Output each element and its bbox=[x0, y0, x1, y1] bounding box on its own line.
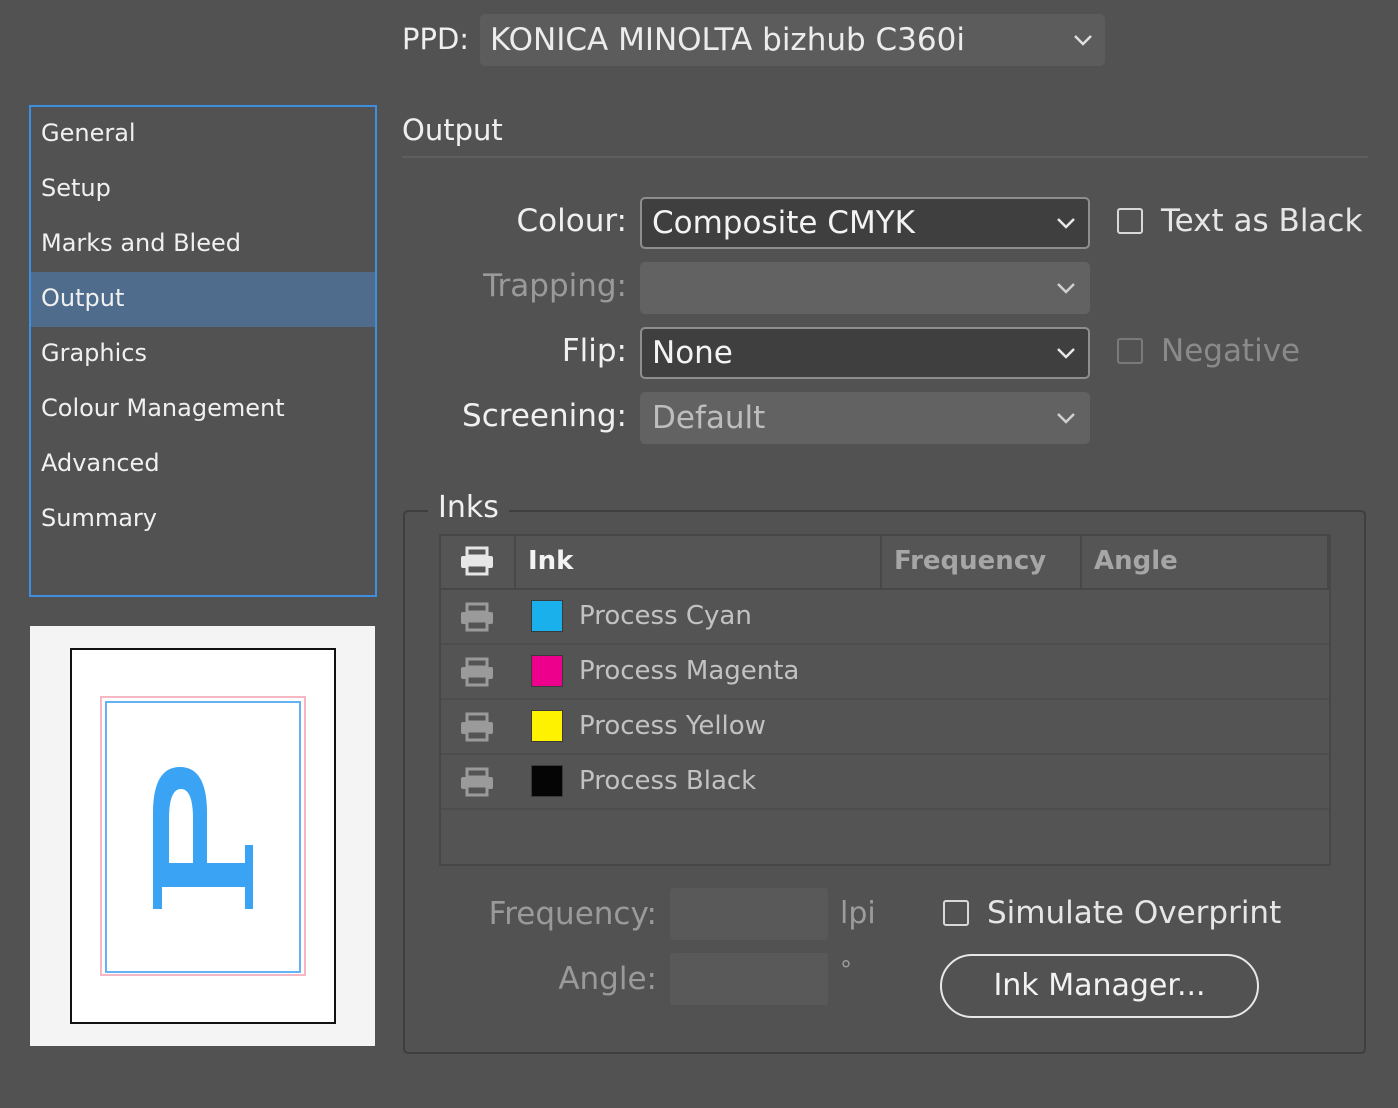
colour-label: Colour: bbox=[516, 203, 627, 239]
frequency-label: Frequency: bbox=[488, 896, 657, 932]
sidebar-item-colour-management[interactable]: Colour Management bbox=[31, 382, 375, 437]
print-column-header bbox=[441, 536, 516, 588]
checkbox-box bbox=[1117, 338, 1143, 364]
preview-bleed-box bbox=[100, 696, 306, 976]
ink-table: Ink Frequency Angle Process Cyan Process… bbox=[439, 534, 1331, 866]
screening-select-value: Default bbox=[652, 400, 766, 436]
inks-legend: Inks bbox=[428, 490, 509, 525]
sidebar-item-output[interactable]: Output bbox=[31, 272, 375, 327]
ppd-label: PPD: bbox=[402, 22, 470, 56]
chevron-down-icon bbox=[1044, 264, 1088, 312]
trapping-select bbox=[640, 262, 1090, 314]
checkbox-box[interactable] bbox=[1117, 208, 1143, 234]
ppd-select-value: KONICA MINOLTA bizhub C360i bbox=[490, 22, 965, 58]
colour-select-value: Composite CMYK bbox=[652, 205, 915, 241]
colour-select[interactable]: Composite CMYK bbox=[640, 197, 1090, 249]
angle-input bbox=[670, 953, 828, 1005]
printer-icon[interactable] bbox=[459, 657, 495, 687]
flip-select-value: None bbox=[652, 335, 733, 371]
settings-category-list: General Setup Marks and Bleed Output Gra… bbox=[29, 105, 377, 597]
section-divider bbox=[402, 156, 1368, 158]
chevron-down-icon bbox=[1044, 394, 1088, 442]
table-row[interactable]: Process Magenta bbox=[441, 645, 1329, 700]
sidebar-item-marks-and-bleed[interactable]: Marks and Bleed bbox=[31, 217, 375, 272]
chevron-down-icon bbox=[1044, 199, 1088, 247]
sidebar-item-general[interactable]: General bbox=[31, 107, 375, 162]
chevron-down-icon bbox=[1044, 329, 1088, 377]
table-row[interactable]: Process Black bbox=[441, 755, 1329, 810]
text-as-black-label: Text as Black bbox=[1161, 203, 1363, 239]
trapping-label: Trapping: bbox=[483, 268, 627, 304]
printer-icon bbox=[461, 546, 493, 576]
ink-swatch bbox=[531, 710, 563, 742]
ink-swatch bbox=[531, 655, 563, 687]
table-row[interactable]: Process Yellow bbox=[441, 700, 1329, 755]
angle-column-header[interactable]: Angle bbox=[1082, 536, 1329, 588]
ink-table-header: Ink Frequency Angle bbox=[441, 536, 1329, 590]
text-as-black-checkbox[interactable]: Text as Black bbox=[1117, 203, 1362, 239]
ink-name: Process Yellow bbox=[579, 711, 766, 741]
printer-icon[interactable] bbox=[459, 712, 495, 742]
angle-label: Angle: bbox=[558, 961, 657, 997]
sidebar-item-graphics[interactable]: Graphics bbox=[31, 327, 375, 382]
flip-select[interactable]: None bbox=[640, 327, 1090, 379]
simulate-overprint-label: Simulate Overprint bbox=[987, 895, 1282, 931]
ink-name: Process Black bbox=[579, 766, 757, 796]
ink-column-header[interactable]: Ink bbox=[516, 536, 882, 588]
ink-name: Process Cyan bbox=[579, 601, 752, 631]
simulate-overprint-checkbox[interactable]: Simulate Overprint bbox=[943, 895, 1281, 931]
preview-trim-box bbox=[105, 701, 301, 973]
screening-label: Screening: bbox=[462, 398, 627, 434]
flip-label: Flip: bbox=[561, 333, 627, 369]
preview-glyph bbox=[153, 767, 253, 909]
printer-icon[interactable] bbox=[459, 767, 495, 797]
preview-page bbox=[70, 648, 336, 1024]
angle-unit: ° bbox=[840, 956, 852, 984]
sidebar-item-advanced[interactable]: Advanced bbox=[31, 437, 375, 492]
ink-swatch bbox=[531, 765, 563, 797]
chevron-down-icon bbox=[1061, 14, 1105, 66]
frequency-column-header[interactable]: Frequency bbox=[882, 536, 1082, 588]
ink-name: Process Magenta bbox=[579, 656, 800, 686]
ink-swatch bbox=[531, 600, 563, 632]
negative-checkbox: Negative bbox=[1117, 333, 1300, 369]
sidebar-item-setup[interactable]: Setup bbox=[31, 162, 375, 217]
negative-label: Negative bbox=[1161, 333, 1301, 369]
sidebar-item-summary[interactable]: Summary bbox=[31, 492, 375, 547]
ppd-select[interactable]: KONICA MINOLTA bizhub C360i bbox=[480, 14, 1105, 66]
ink-manager-button[interactable]: Ink Manager... bbox=[940, 954, 1259, 1018]
printer-icon[interactable] bbox=[459, 602, 495, 632]
checkbox-box[interactable] bbox=[943, 900, 969, 926]
frequency-unit: lpi bbox=[840, 896, 876, 931]
section-title: Output bbox=[402, 113, 503, 147]
screening-select[interactable]: Default bbox=[640, 392, 1090, 444]
page-preview bbox=[30, 626, 375, 1046]
table-row[interactable]: Process Cyan bbox=[441, 590, 1329, 645]
frequency-input bbox=[670, 888, 828, 940]
